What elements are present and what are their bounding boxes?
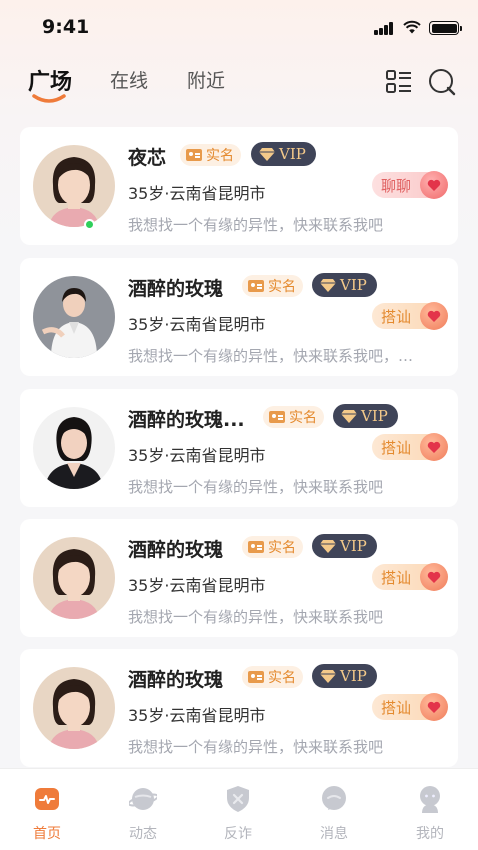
user-card[interactable]: 酒醉的玫瑰 实名 VIP 35岁·云南省昆明市 我想找一个有缘的异性，快来联系我… (20, 649, 458, 767)
verified-badge: 实名 (263, 406, 324, 428)
user-card[interactable]: 酒醉的玫瑰 实名 VIP 35岁·云南省昆明市 我想找一个有缘的异性，快来联系我… (20, 519, 458, 637)
vip-label: VIP (361, 407, 388, 425)
heart-icon (420, 433, 448, 461)
planet-icon (127, 788, 159, 810)
top-tabs: 广场 在线 附近 (0, 60, 478, 110)
heart-icon (420, 563, 448, 591)
user-card[interactable]: 酒醉的玫瑰... 实名 VIP 35岁·云南省昆明市 我想找一个有缘的异性，快来… (20, 389, 458, 507)
verified-label: 实名 (206, 148, 234, 164)
nav-home[interactable]: 首页 (17, 785, 77, 843)
verified-label: 实名 (289, 410, 317, 426)
greet-button[interactable]: 搭讪 (372, 693, 448, 721)
nav-profile[interactable]: 我的 (400, 785, 460, 843)
user-name: 夜芯 (128, 147, 167, 169)
battery-icon (429, 21, 462, 35)
user-desc: 我想找一个有缘的异性，快来联系我吧 (128, 738, 384, 756)
online-status-dot (84, 219, 95, 230)
list-grid-icon[interactable] (385, 68, 413, 96)
nav-feed[interactable]: 动态 (113, 785, 173, 843)
user-desc: 我想找一个有缘的异性，快来联系我吧，… (128, 347, 414, 365)
vip-label: VIP (340, 537, 367, 555)
profile-icon (420, 786, 440, 813)
vip-label: VIP (340, 276, 367, 294)
user-info: 35岁·云南省昆明市 (128, 706, 266, 725)
vip-badge: VIP (251, 142, 316, 166)
tab-nearby[interactable]: 附近 (187, 66, 225, 93)
verified-badge: 实名 (242, 275, 303, 297)
user-info: 35岁·云南省昆明市 (128, 184, 266, 203)
tab-online[interactable]: 在线 (110, 66, 148, 93)
avatar[interactable] (33, 276, 115, 358)
status-time: 9:41 (42, 16, 90, 38)
diamond-icon (259, 148, 275, 161)
nav-label: 我的 (416, 826, 444, 842)
verified-badge: 实名 (180, 144, 241, 166)
greet-button[interactable]: 搭讪 (372, 433, 448, 461)
id-card-icon (186, 149, 202, 161)
id-card-icon (269, 411, 285, 423)
vip-badge: VIP (312, 664, 377, 688)
verified-label: 实名 (268, 670, 296, 686)
nav-anti-fraud[interactable]: 反诈 (208, 785, 268, 843)
verified-label: 实名 (268, 279, 296, 295)
verified-badge: 实名 (242, 666, 303, 688)
user-desc: 我想找一个有缘的异性，快来联系我吧 (128, 608, 384, 626)
action-label: 搭讪 (381, 569, 412, 587)
user-info: 35岁·云南省昆明市 (128, 315, 266, 334)
action-label: 搭讪 (381, 439, 412, 457)
vip-label: VIP (340, 667, 367, 685)
avatar[interactable] (33, 537, 115, 619)
action-label: 搭讪 (381, 308, 412, 326)
vip-badge: VIP (312, 273, 377, 297)
diamond-icon (320, 279, 336, 292)
home-icon (35, 788, 59, 810)
verified-label: 实名 (268, 540, 296, 556)
heart-icon (420, 693, 448, 721)
user-card[interactable]: 夜芯 实名 VIP 35岁·云南省昆明市 我想找一个有缘的异性，快来联系我吧 聊… (20, 127, 458, 245)
user-info: 35岁·云南省昆明市 (128, 576, 266, 595)
user-info: 35岁·云南省昆明市 (128, 446, 266, 465)
diamond-icon (320, 540, 336, 553)
heart-icon (420, 302, 448, 330)
bottom-nav: 首页 动态 反诈 消息 我的 (0, 768, 478, 850)
diamond-icon (320, 670, 336, 683)
nav-label: 消息 (320, 826, 348, 842)
user-card[interactable]: 酒醉的玫瑰 实名 VIP 35岁·云南省昆明市 我想找一个有缘的异性，快来联系我… (20, 258, 458, 376)
id-card-icon (248, 541, 264, 553)
vip-label: VIP (279, 145, 306, 163)
shield-icon (227, 786, 249, 812)
id-card-icon (248, 671, 264, 683)
nav-label: 首页 (33, 826, 61, 842)
avatar[interactable] (33, 667, 115, 749)
vip-badge: VIP (333, 404, 398, 428)
chat-button[interactable]: 聊聊 (372, 171, 448, 199)
user-name: 酒醉的玫瑰... (128, 409, 245, 431)
user-desc: 我想找一个有缘的异性，快来联系我吧 (128, 216, 384, 234)
user-name: 酒醉的玫瑰 (128, 539, 224, 561)
user-desc: 我想找一个有缘的异性，快来联系我吧 (128, 478, 384, 496)
search-icon[interactable] (428, 68, 456, 96)
vip-badge: VIP (312, 534, 377, 558)
signal-icon (374, 22, 394, 35)
user-name: 酒醉的玫瑰 (128, 669, 224, 691)
tab-square[interactable]: 广场 (28, 64, 72, 96)
heart-icon (420, 171, 448, 199)
avatar[interactable] (33, 407, 115, 489)
diamond-icon (341, 410, 357, 423)
status-bar: 9:41 (0, 0, 478, 56)
action-label: 聊聊 (381, 177, 412, 195)
greet-button[interactable]: 搭讪 (372, 563, 448, 591)
nav-label: 动态 (129, 826, 157, 842)
message-icon (322, 786, 346, 810)
wifi-icon (403, 20, 421, 34)
avatar[interactable] (33, 145, 115, 227)
verified-badge: 实名 (242, 536, 303, 558)
user-name: 酒醉的玫瑰 (128, 278, 224, 300)
action-label: 搭讪 (381, 699, 412, 717)
greet-button[interactable]: 搭讪 (372, 302, 448, 330)
tab-active-indicator (32, 94, 66, 103)
id-card-icon (248, 280, 264, 292)
nav-messages[interactable]: 消息 (304, 785, 364, 843)
nav-label: 反诈 (224, 826, 252, 842)
